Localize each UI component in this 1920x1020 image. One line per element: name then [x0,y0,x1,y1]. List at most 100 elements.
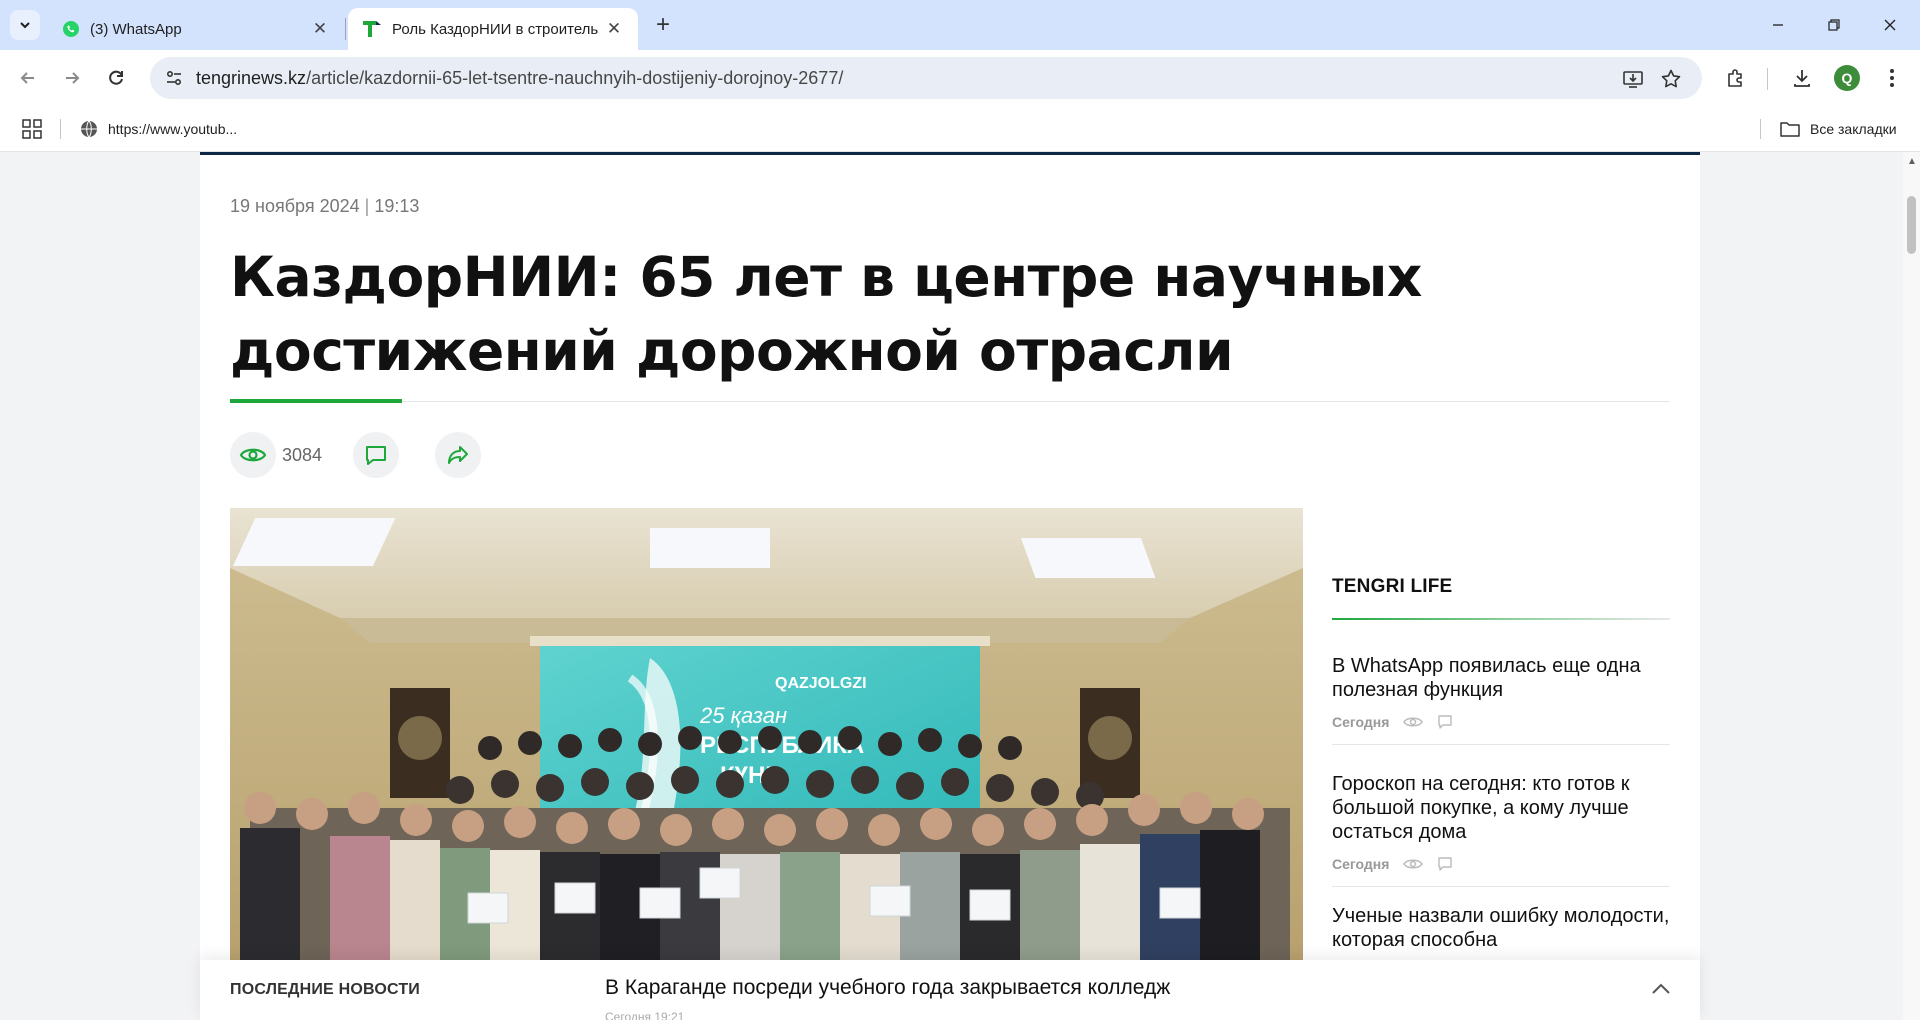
scroll-up-arrow-icon[interactable]: ▲ [1907,156,1917,167]
site-info-icon[interactable] [162,66,186,90]
tab-title: Роль КаздорНИИ в строитель [392,20,599,38]
extensions-button[interactable] [1720,62,1752,94]
bookmark-youtube[interactable]: https://www.youtub... [80,116,237,142]
address-bar[interactable]: tengrinews.kz/article/kazdornii-65-let-t… [150,57,1702,99]
bookmark-label: https://www.youtub... [108,121,238,137]
share-icon [448,446,468,464]
sidebar-news-meta: Сегодня [1332,714,1670,730]
tab-whatsapp[interactable]: (3) WhatsApp ✕ [48,8,344,50]
page-scrollbar[interactable]: ▲ [1903,152,1920,1020]
comment-icon [366,446,386,465]
group-photo-illustration: QAZJOLGZI 25 қазан РЕСПУБЛИКА КҮНІ [230,508,1303,1020]
date-text: 19 ноября 2024 [230,196,360,216]
header-bottom-bar [200,152,1700,155]
tab-tengrinews[interactable]: Роль КаздорНИИ в строитель ✕ [348,8,638,50]
url-host: tengrinews.kz [196,68,307,88]
reload-icon [109,70,123,85]
close-icon [1884,19,1896,31]
sidebar-heading[interactable]: TENGRI LIFE [1332,576,1452,598]
tab-separator [345,18,346,40]
article-title: КаздорНИИ: 65 лет в центре научных дости… [230,245,1422,383]
downloads-button[interactable] [1786,62,1818,94]
profile-button[interactable]: Q [1831,62,1863,94]
whatsapp-icon [63,21,79,37]
latest-news-headline[interactable]: В Караганде посреди учебного года закрыв… [605,976,1170,1000]
latest-news-label: ПОСЛЕДНИЕ НОВОСТИ [230,981,421,998]
title-accent-bar [230,399,402,403]
browser-toolbar: tengrinews.kz/article/kazdornii-65-let-t… [0,50,1920,106]
url-path: /article/kazdornii-65-let-tsentre-nauchn… [306,68,844,88]
sidebar-item-divider [1332,744,1670,745]
forward-button[interactable] [56,62,88,94]
share-button[interactable] [435,432,481,478]
url-text[interactable]: tengrinews.kz/article/kazdornii-65-let-t… [196,68,843,89]
title-divider [230,401,1670,402]
views-icon-wrap [230,432,276,478]
minimize-icon [1773,24,1783,26]
screen-logo-text: QAZJOLGZI [775,675,867,692]
views-counter: 3084 [230,432,322,478]
browser-menu-button[interactable] [1876,62,1908,94]
restore-button[interactable] [1806,0,1862,50]
install-app-icon[interactable] [1620,66,1646,92]
sidebar-news-meta: Сегодня [1332,856,1670,872]
tab-close-icon[interactable]: ✕ [310,19,330,39]
bookmark-separator [1760,119,1761,139]
minimize-button[interactable] [1750,0,1806,50]
restore-icon [1828,19,1840,31]
eye-icon [1403,717,1424,727]
time-text: 19:13 [374,196,420,216]
article-date: 19 ноября 2024 | 19:13 [230,196,420,216]
puzzle-icon [1728,69,1742,87]
apps-grid-icon[interactable] [20,117,44,141]
arrow-right-icon [66,72,80,84]
latest-news-toggle[interactable] [1646,974,1676,1004]
chevron-up-icon [1652,983,1670,994]
latest-news-bar: ПОСЛЕДНИЕ НОВОСТИ В Караганде посреди уч… [200,960,1700,1020]
bookmark-separator [60,119,61,139]
bookmark-star-icon[interactable] [1658,66,1684,92]
folder-icon [1780,122,1800,137]
more-vertical-icon [1890,69,1894,87]
eye-icon [239,448,267,462]
tab-strip: (3) WhatsApp ✕ Роль КаздорНИИ в строител… [0,0,1920,50]
globe-icon [81,120,97,138]
sidebar-news-title[interactable]: В WhatsApp появилась еще одна полезная ф… [1332,654,1670,702]
page-viewport: 19 ноября 2024 | 19:13 КаздорНИИ: 65 лет в… [0,152,1920,1020]
comments-button[interactable] [353,432,399,478]
sidebar-rule-accent [1332,618,1670,620]
sidebar-news-date: Сегодня [1332,856,1390,872]
comment-icon [1438,715,1453,729]
tab-search-button[interactable] [10,10,40,40]
avatar: Q [1834,65,1860,91]
bookmarks-bar: https://www.youtub... Все закладки [0,106,1920,152]
reload-button[interactable] [100,62,132,94]
sidebar-news-date: Сегодня [1332,714,1390,730]
comment-icon [1438,857,1453,871]
toolbar-divider [1767,68,1768,90]
screen-line1: 25 қазан [699,703,787,728]
views-count: 3084 [282,444,323,465]
tab-title: (3) WhatsApp [90,20,182,38]
sidebar-news-item[interactable]: Гороскоп на сегодня: кто готов к большой… [1332,772,1670,887]
sidebar-item-divider [1332,886,1670,887]
article-photo[interactable]: QAZJOLGZI 25 қазан РЕСПУБЛИКА КҮНІ [230,508,1303,1020]
latest-news-time: Сегодня 19:21 [605,1010,685,1020]
tab-close-icon[interactable]: ✕ [604,19,624,39]
sidebar-news-item[interactable]: В WhatsApp появилась еще одна полезная ф… [1332,654,1670,745]
all-bookmarks-label: Все закладки [1810,121,1897,137]
article-card: 19 ноября 2024 | 19:13 КаздорНИИ: 65 лет в… [200,152,1700,1020]
scroll-thumb[interactable] [1907,196,1916,254]
sidebar-news-title[interactable]: Гороскоп на сегодня: кто готов к большой… [1332,772,1670,844]
back-button[interactable] [12,62,44,94]
new-tab-button[interactable]: + [648,10,678,40]
close-window-button[interactable] [1862,0,1918,50]
eye-icon [1403,859,1424,869]
sidebar-news-item[interactable]: Ученые назвали ошибку молодости, которая… [1332,904,1670,952]
all-bookmarks-button[interactable]: Все закладки [1780,116,1897,142]
chevron-down-icon [20,22,30,29]
tengrinews-icon [363,21,381,37]
arrow-left-icon [20,72,34,84]
download-icon [1794,70,1810,87]
sidebar-news-title[interactable]: Ученые назвали ошибку молодости, которая… [1332,904,1670,952]
